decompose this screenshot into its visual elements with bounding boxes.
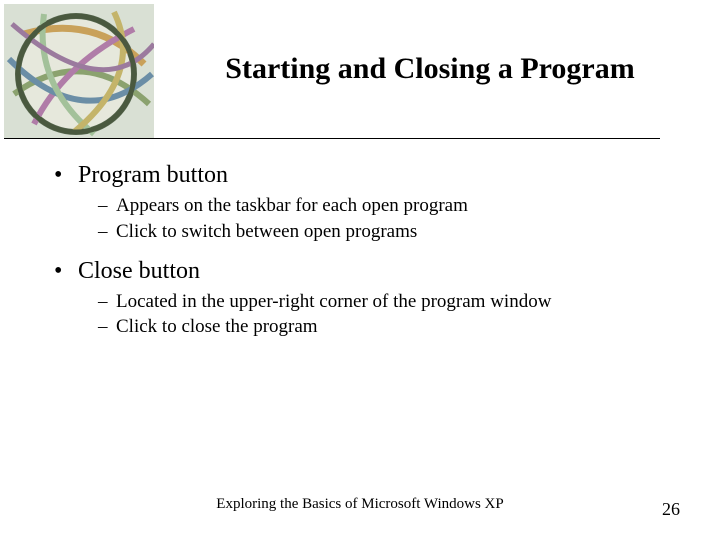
bullet-sub-text: Appears on the taskbar for each open pro… <box>116 194 468 218</box>
bullet-level1: • Close button <box>54 256 660 286</box>
bullet-sub-text: Click to switch between open programs <box>116 220 417 244</box>
slide-body: • Program button – Appears on the taskba… <box>54 160 660 341</box>
bullet-level2: – Click to switch between open programs <box>98 220 660 244</box>
page-number: 26 <box>662 499 680 520</box>
slide-title: Starting and Closing a Program <box>180 52 680 86</box>
bullet-level2: – Located in the upper-right corner of t… <box>98 290 660 314</box>
title-underline <box>4 138 660 139</box>
bullet-dash-icon: – <box>98 315 116 339</box>
bullet-sub-text: Located in the upper-right corner of the… <box>116 290 551 314</box>
bullet-dash-icon: – <box>98 220 116 244</box>
bullet-dot-icon: • <box>54 256 78 286</box>
bullet-label: Program button <box>78 160 228 190</box>
bullet-dot-icon: • <box>54 160 78 190</box>
bullet-dash-icon: – <box>98 194 116 218</box>
slide-logo <box>4 4 154 138</box>
bullet-level2: – Appears on the taskbar for each open p… <box>98 194 660 218</box>
slide-footer: Exploring the Basics of Microsoft Window… <box>0 496 720 520</box>
bullet-sub-text: Click to close the program <box>116 315 318 339</box>
bullet-level1: • Program button <box>54 160 660 190</box>
footer-text: Exploring the Basics of Microsoft Window… <box>0 496 720 513</box>
bullet-level2: – Click to close the program <box>98 315 660 339</box>
bullet-dash-icon: – <box>98 290 116 314</box>
bullet-label: Close button <box>78 256 200 286</box>
